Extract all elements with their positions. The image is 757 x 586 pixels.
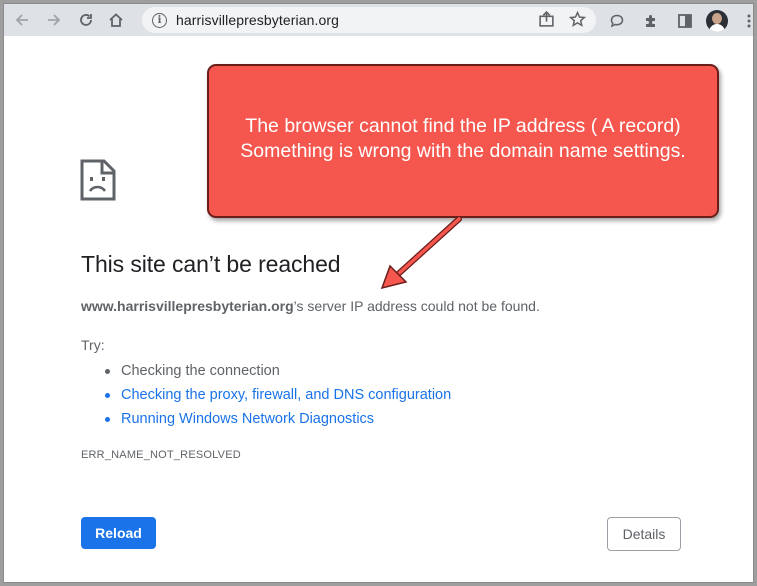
share-icon[interactable]: [538, 11, 555, 28]
back-arrow-icon[interactable]: [8, 6, 36, 34]
url-text: harrisvillepresbyterian.org: [176, 12, 339, 28]
browser-window: i harrisvillepresbyterian.org This site …: [3, 3, 754, 583]
browser-toolbar: i harrisvillepresbyterian.org: [4, 4, 753, 36]
extensions-icon[interactable]: [638, 7, 664, 35]
annotation-line-1: The browser cannot find the IP address (…: [245, 115, 681, 137]
kebab-menu-icon[interactable]: [736, 7, 753, 35]
error-domain: www.harrisvillepresbyterian.org: [81, 298, 294, 314]
reload-button[interactable]: Reload: [81, 517, 156, 549]
suggestion-network-diagnostics-link[interactable]: Running Windows Network Diagnostics: [104, 407, 451, 431]
error-code: ERR_NAME_NOT_RESOLVED: [81, 449, 241, 461]
annotation-line-2: Something is wrong with the domain name …: [240, 140, 686, 162]
info-icon[interactable]: i: [152, 12, 167, 28]
comment-icon[interactable]: [604, 7, 630, 35]
reload-icon[interactable]: [72, 6, 100, 34]
address-bar[interactable]: i harrisvillepresbyterian.org: [142, 7, 596, 33]
details-button[interactable]: Details: [607, 517, 681, 551]
sad-page-icon: [80, 159, 116, 201]
avatar[interactable]: [706, 10, 728, 32]
annotation-arrow: [380, 216, 462, 290]
suggestion-proxy-firewall-dns-link[interactable]: Checking the proxy, firewall, and DNS co…: [104, 383, 451, 407]
forward-arrow-icon[interactable]: [40, 6, 68, 34]
suggestion-list: Checking the connection Checking the pro…: [104, 359, 451, 431]
error-description: www.harrisvillepresbyterian.org’s server…: [81, 298, 540, 314]
suggestion-check-connection: Checking the connection: [104, 359, 451, 383]
star-icon[interactable]: [569, 11, 586, 28]
try-label: Try:: [81, 337, 105, 353]
home-icon[interactable]: [102, 6, 130, 34]
error-description-suffix: ’s server IP address could not be found.: [293, 298, 540, 314]
sidebar-icon[interactable]: [672, 7, 698, 35]
annotation-callout: The browser cannot find the IP address (…: [207, 64, 719, 218]
page-title: This site can’t be reached: [81, 251, 341, 277]
